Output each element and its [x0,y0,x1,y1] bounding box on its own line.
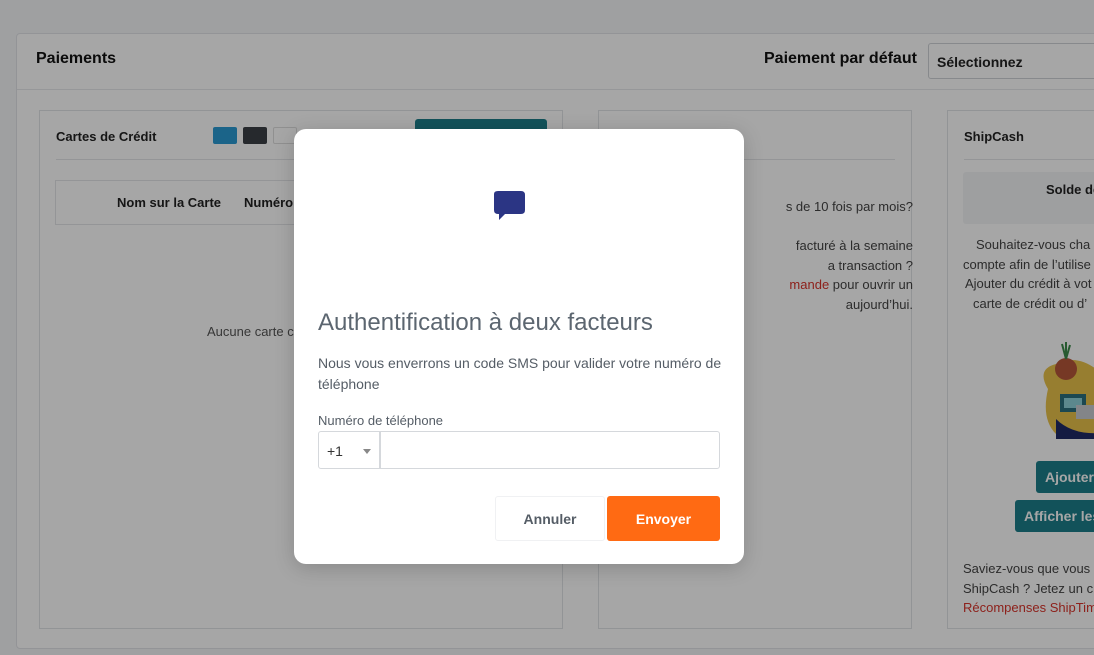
phone-number-input[interactable] [380,431,720,469]
two-factor-modal: Authentification à deux facteurs Nous vo… [294,129,744,564]
country-code-select[interactable]: +1 [318,431,380,469]
phone-label: Numéro de téléphone [318,413,444,428]
country-code-value: +1 [327,443,343,459]
chat-bubble-icon [494,191,525,220]
modal-description: Nous vous enverrons un code SMS pour val… [318,355,722,392]
modal-title: Authentification à deux facteurs [318,309,653,336]
send-button[interactable]: Envoyer [607,496,720,541]
cancel-button[interactable]: Annuler [495,496,605,541]
chevron-down-icon [363,449,371,454]
